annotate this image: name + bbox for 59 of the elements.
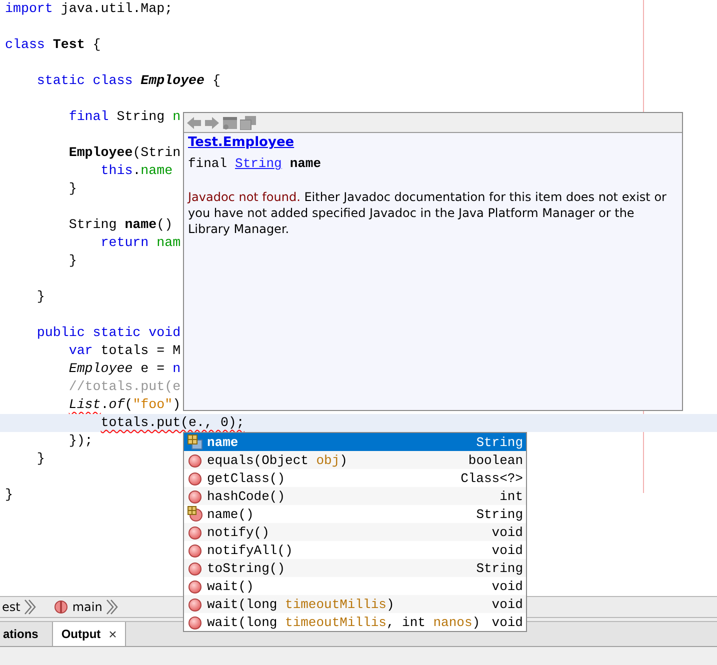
method-icon [54,600,68,614]
method-icon [187,596,203,612]
code-line: Employee(Strin [68,145,181,160]
code-line: final String n [68,109,181,124]
code-line: }); [68,433,93,448]
code-line: static class Employee { [36,73,220,88]
completion-item[interactable]: notifyAll() void [184,541,526,559]
code-line: Employee e = n [68,361,181,376]
completion-item[interactable]: hashCode() int [184,487,526,505]
method-icon [187,488,203,504]
javadoc-message: Javadoc not found. Either Javadoc documentation for this item does not exist or you have not added specified Javadoc in the Java Platform Manager or the Library Manager. [188,189,668,237]
panel-tab[interactable]: ations [0,622,48,646]
accessor-method-icon [187,506,203,522]
completion-item[interactable]: name() String [184,505,526,523]
code-line: var totals = M [68,343,181,358]
code-line: String name() [68,217,173,232]
completion-item[interactable]: getClass() Class<?> [184,469,526,487]
signature-text: name [290,156,322,171]
code-line: } [68,253,77,268]
method-icon [187,524,203,540]
type-link[interactable]: String [235,156,282,171]
back-icon[interactable] [186,116,202,130]
completion-item[interactable]: notify() void [184,523,526,541]
code-line: } [68,181,77,196]
method-icon [187,560,203,576]
completion-item[interactable]: wait(long timeoutMillis) void [184,595,526,613]
field-icon [187,434,203,450]
breadcrumb-item[interactable]: main [72,600,102,614]
completion-item[interactable]: toString() String [184,559,526,577]
window-icon[interactable] [222,116,238,130]
completion-item[interactable]: equals(Object obj) boolean [184,451,526,469]
completion-item[interactable]: name String [184,433,526,451]
completion-item[interactable]: wait() void [184,577,526,595]
code-line: List.of("foo") [68,397,181,412]
code-line: //totals.put(e [68,379,181,394]
method-icon [187,452,203,468]
code-line: import java.util.Map; [5,1,173,16]
panel-tab[interactable]: Output × [52,622,126,646]
method-icon [187,542,203,558]
code-line: return nam [100,235,181,250]
code-line: this.name [100,163,173,178]
code-line: class Test { [5,37,101,52]
code-line: } [36,451,45,466]
code-line: public static void [36,325,181,340]
signature-text: final [188,156,228,171]
class-link[interactable]: Test.Employee [188,135,294,150]
method-icon [187,578,203,594]
code-line: } [5,487,13,502]
chevron-icon [106,599,118,615]
forward-icon[interactable] [204,116,220,130]
completion-item[interactable]: wait(long timeoutMillis, int nanos) void [184,613,526,631]
method-icon [187,470,203,486]
close-icon[interactable]: × [108,626,117,642]
windows-icon[interactable] [240,116,256,130]
breadcrumb-item[interactable]: est [2,600,20,614]
chevron-icon [24,599,36,615]
code-line: totals.put(e., 0); [100,415,244,430]
code-line: } [36,289,45,304]
method-icon [187,614,203,630]
